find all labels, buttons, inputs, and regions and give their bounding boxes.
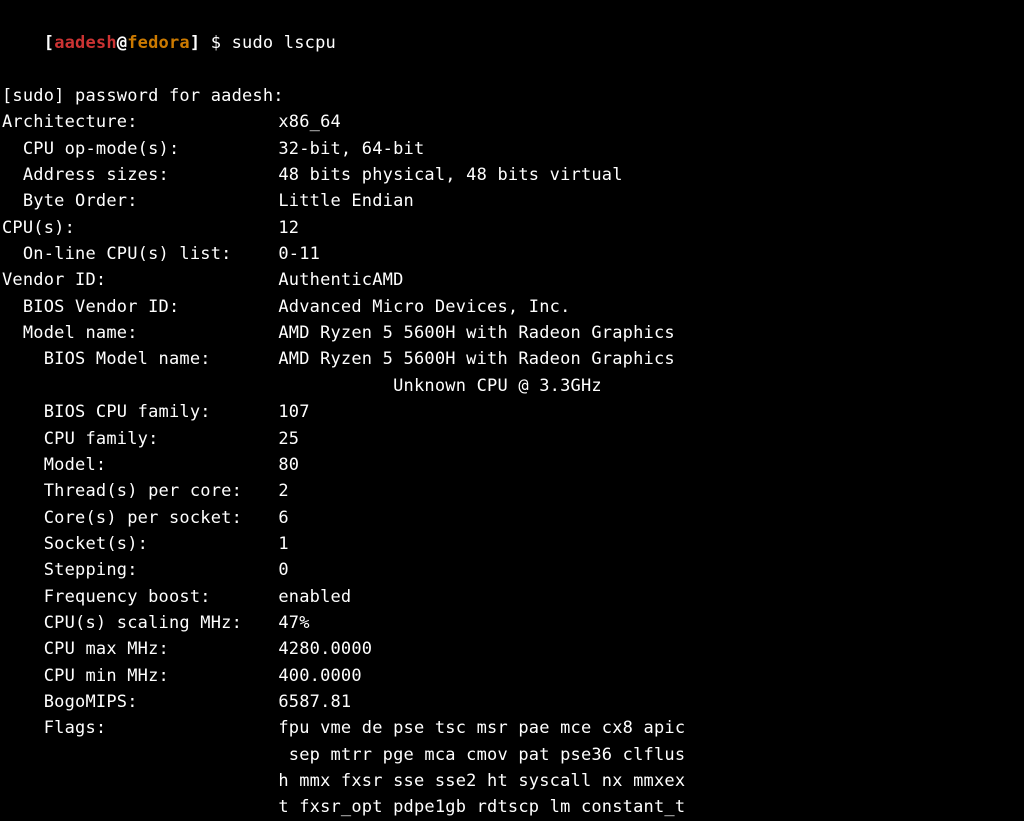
- field-label: Architecture:: [2, 109, 278, 135]
- field-label: Flags:: [2, 715, 278, 741]
- output-row: t fxsr_opt pdpe1gb rdtscp lm constant_t: [2, 794, 1022, 820]
- field-label: [2, 794, 278, 820]
- prompt-user: aadesh: [54, 33, 117, 53]
- field-label: CPU op-mode(s):: [2, 136, 278, 162]
- field-label: Socket(s):: [2, 531, 278, 557]
- field-label: On-line CPU(s) list:: [2, 241, 278, 267]
- field-label: [2, 768, 278, 794]
- output-row: Frequency boost:enabled: [2, 584, 1022, 610]
- field-label: CPU(s):: [2, 215, 278, 241]
- output-row: h mmx fxsr sse sse2 ht syscall nx mmxex: [2, 768, 1022, 794]
- field-label: Byte Order:: [2, 188, 278, 214]
- output-row: On-line CPU(s) list:0-11: [2, 241, 1022, 267]
- field-value: h mmx fxsr sse sse2 ht syscall nx mmxex: [278, 768, 1022, 794]
- bracket-open: [: [44, 33, 54, 53]
- field-label: [2, 742, 278, 768]
- output-row: Thread(s) per core:2: [2, 478, 1022, 504]
- field-value: 0: [278, 557, 1022, 583]
- field-value: 47%: [278, 610, 1022, 636]
- field-label: CPU family:: [2, 426, 278, 452]
- lscpu-output: Architecture:x86_64 CPU op-mode(s):32-bi…: [2, 109, 1022, 820]
- field-label: CPU max MHz:: [2, 636, 278, 662]
- field-label: Model name:: [2, 320, 278, 346]
- output-row: Architecture:x86_64: [2, 109, 1022, 135]
- field-value: AMD Ryzen 5 5600H with Radeon Graphics: [278, 346, 1022, 372]
- field-value: fpu vme de pse tsc msr pae mce cx8 apic: [278, 715, 1022, 741]
- field-label: Thread(s) per core:: [2, 478, 278, 504]
- field-value: 12: [278, 215, 1022, 241]
- output-row: CPU(s) scaling MHz:47%: [2, 610, 1022, 636]
- output-row: Unknown CPU @ 3.3GHz: [2, 373, 1022, 399]
- output-row: Socket(s):1: [2, 531, 1022, 557]
- output-row: CPU family:25: [2, 426, 1022, 452]
- prompt-host: fedora: [127, 33, 190, 53]
- field-value: 6: [278, 505, 1022, 531]
- field-label: Frequency boost:: [2, 584, 278, 610]
- field-value: 48 bits physical, 48 bits virtual: [278, 162, 1022, 188]
- field-label: CPU(s) scaling MHz:: [2, 610, 278, 636]
- field-label: [2, 373, 278, 399]
- output-row: CPU min MHz:400.0000: [2, 663, 1022, 689]
- field-value: 4280.0000: [278, 636, 1022, 662]
- output-row: Address sizes:48 bits physical, 48 bits …: [2, 162, 1022, 188]
- field-value: 80: [278, 452, 1022, 478]
- output-row: CPU(s):12: [2, 215, 1022, 241]
- field-value: AMD Ryzen 5 5600H with Radeon Graphics: [278, 320, 1022, 346]
- output-row: Stepping:0: [2, 557, 1022, 583]
- field-value: 1: [278, 531, 1022, 557]
- prompt-line: [aadesh@fedora] $ sudo lscpu: [2, 4, 1022, 83]
- field-label: CPU min MHz:: [2, 663, 278, 689]
- output-row: BogoMIPS:6587.81: [2, 689, 1022, 715]
- field-value: x86_64: [278, 109, 1022, 135]
- output-row: sep mtrr pge mca cmov pat pse36 clflus: [2, 742, 1022, 768]
- field-value: 6587.81: [278, 689, 1022, 715]
- output-row: Core(s) per socket:6: [2, 505, 1022, 531]
- field-label: Vendor ID:: [2, 267, 278, 293]
- field-label: BogoMIPS:: [2, 689, 278, 715]
- field-value: 400.0000: [278, 663, 1022, 689]
- field-value: 0-11: [278, 241, 1022, 267]
- field-value: 25: [278, 426, 1022, 452]
- field-label: Address sizes:: [2, 162, 278, 188]
- field-label: BIOS Model name:: [2, 346, 278, 372]
- field-value: enabled: [278, 584, 1022, 610]
- output-row: CPU op-mode(s):32-bit, 64-bit: [2, 136, 1022, 162]
- field-label: BIOS CPU family:: [2, 399, 278, 425]
- field-value: Advanced Micro Devices, Inc.: [278, 294, 1022, 320]
- output-row: BIOS Model name:AMD Ryzen 5 5600H with R…: [2, 346, 1022, 372]
- field-value: Unknown CPU @ 3.3GHz: [278, 373, 1022, 399]
- bracket-close: ]: [190, 33, 200, 53]
- output-row: CPU max MHz:4280.0000: [2, 636, 1022, 662]
- field-label: Model:: [2, 452, 278, 478]
- field-label: BIOS Vendor ID:: [2, 294, 278, 320]
- field-value: 107: [278, 399, 1022, 425]
- field-label: Stepping:: [2, 557, 278, 583]
- terminal-output[interactable]: [aadesh@fedora] $ sudo lscpu [sudo] pass…: [2, 4, 1022, 821]
- prompt-dollar: $: [200, 33, 231, 53]
- output-row: Flags:fpu vme de pse tsc msr pae mce cx8…: [2, 715, 1022, 741]
- field-value: 2: [278, 478, 1022, 504]
- output-row: Model name:AMD Ryzen 5 5600H with Radeon…: [2, 320, 1022, 346]
- field-label: Core(s) per socket:: [2, 505, 278, 531]
- field-value: sep mtrr pge mca cmov pat pse36 clflus: [278, 742, 1022, 768]
- output-row: Byte Order:Little Endian: [2, 188, 1022, 214]
- field-value: Little Endian: [278, 188, 1022, 214]
- field-value: AuthenticAMD: [278, 267, 1022, 293]
- command-text: sudo lscpu: [232, 33, 336, 53]
- sudo-password-prompt: [sudo] password for aadesh:: [2, 83, 1022, 109]
- field-value: 32-bit, 64-bit: [278, 136, 1022, 162]
- output-row: BIOS Vendor ID:Advanced Micro Devices, I…: [2, 294, 1022, 320]
- output-row: Vendor ID:AuthenticAMD: [2, 267, 1022, 293]
- field-value: t fxsr_opt pdpe1gb rdtscp lm constant_t: [278, 794, 1022, 820]
- prompt-at: @: [117, 33, 127, 53]
- output-row: Model:80: [2, 452, 1022, 478]
- output-row: BIOS CPU family:107: [2, 399, 1022, 425]
